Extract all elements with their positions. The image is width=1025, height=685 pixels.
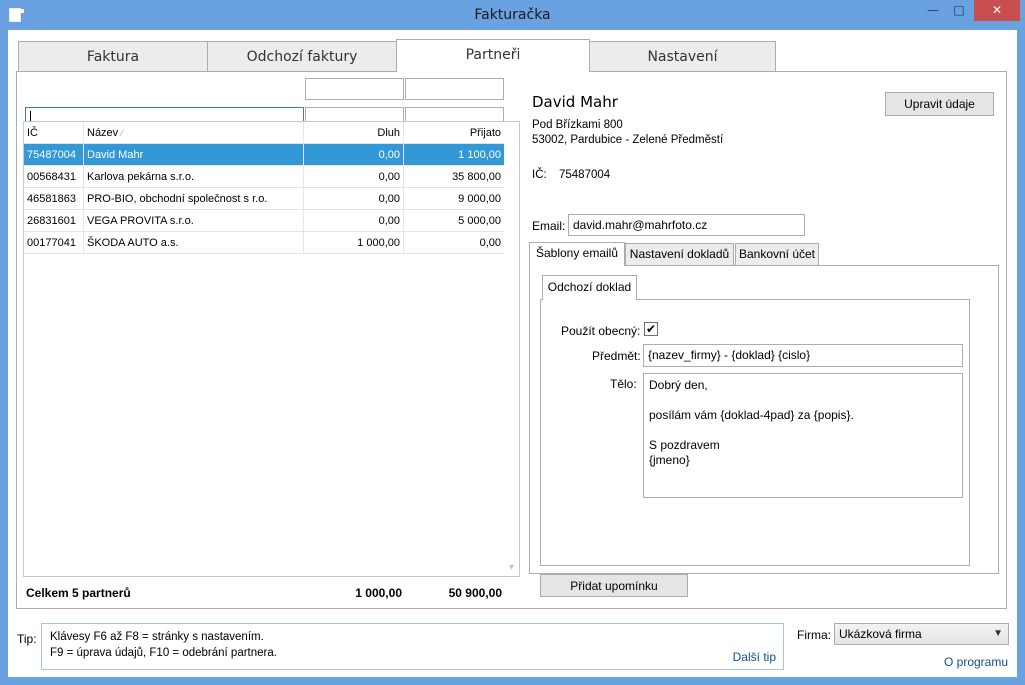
scroll-down-icon[interactable]: ▾: [509, 562, 514, 573]
cell-prijato: 35 800,00: [452, 171, 501, 183]
cell-dluh: 0,00: [304, 166, 404, 188]
minimize-button[interactable]: —: [920, 0, 946, 21]
column-header-nazev[interactable]: Název ⁄: [84, 122, 304, 144]
cell-prijato: 5 000,00: [458, 215, 501, 227]
email-field[interactable]: david.mahr@mahrfoto.cz: [568, 214, 805, 236]
table-row[interactable]: 26831601 VEGA PROVITA s.r.o. 0,00 5 000,…: [24, 210, 504, 232]
cell-nazev: ŠKODA AUTO a.s.: [84, 232, 304, 254]
subject-label: Předmět:: [592, 349, 641, 363]
window-title: Fakturačka: [474, 7, 551, 23]
cell-ic: 75487004: [24, 144, 84, 166]
cell-prijato: 1 100,00: [458, 149, 501, 161]
tip-line-1: Klávesy F6 až F8 = stránky s nastavením.: [50, 631, 264, 643]
firma-label: Firma:: [797, 628, 831, 642]
partner-name: David Mahr: [532, 93, 618, 111]
body-line: Dobrý den,: [649, 378, 708, 392]
cell-nazev: VEGA PROVITA s.r.o.: [84, 210, 304, 232]
grid-header: IČ Název ⁄ Dluh Přijato: [24, 122, 504, 144]
cell-ic: 00568431: [24, 166, 84, 188]
use-general-label: Použít obecný:: [561, 324, 641, 338]
add-reminder-button[interactable]: Přidat upomínku: [540, 574, 688, 597]
table-row[interactable]: 00568431 Karlova pekárna s.r.o. 0,00 35 …: [24, 166, 504, 188]
body-line: posílám vám {doklad-4pad} za {popis}.: [649, 408, 854, 422]
tip-line-2: F9 = úprava údajů, F10 = odebrání partne…: [50, 647, 277, 659]
table-row[interactable]: 75487004 David Mahr 0,00 1 100,00: [24, 144, 504, 166]
partner-street: Pod Břízkami 800: [532, 119, 623, 131]
body-line: [649, 393, 957, 408]
edit-details-button[interactable]: Upravit údaje: [885, 92, 994, 116]
tab-sablony-emailu[interactable]: Šablony emailů: [529, 242, 625, 266]
cell-nazev: David Mahr: [84, 144, 304, 166]
body-line: [649, 423, 957, 438]
close-button[interactable]: ✕: [974, 0, 1020, 21]
next-tip-link[interactable]: Další tip: [733, 650, 776, 664]
firma-select-value: Ukázková firma: [839, 627, 922, 641]
cell-nazev: Karlova pekárna s.r.o.: [84, 166, 304, 188]
maximize-button[interactable]: □: [946, 0, 972, 21]
totals-label: Celkem 5 partnerů: [26, 586, 131, 600]
tab-nastaveni[interactable]: Nastavení: [589, 41, 776, 71]
tab-nastaveni-dokladu[interactable]: Nastavení dokladů: [625, 243, 734, 265]
title-bar[interactable]: Fakturačka — □ ✕: [0, 0, 1025, 30]
body-label: Tělo:: [610, 377, 637, 391]
table-row[interactable]: 00177041 ŠKODA AUTO a.s. 1 000,00 0,00: [24, 232, 504, 254]
totals-prijato: 50 900,00: [448, 586, 502, 600]
tip-box: Klávesy F6 až F8 = stránky s nastavením.…: [41, 623, 784, 670]
cell-dluh: 0,00: [304, 210, 404, 232]
cell-dluh: 0,00: [304, 188, 404, 210]
filter-prijato-from[interactable]: [405, 78, 504, 100]
app-window: Fakturačka — □ ✕ Faktura Odchozí faktury…: [0, 0, 1025, 685]
cell-ic: 00177041: [24, 232, 84, 254]
column-header-ic[interactable]: IČ: [24, 122, 84, 144]
use-general-checkbox[interactable]: ✔: [644, 322, 658, 336]
subject-field[interactable]: {nazev_firmy} - {doklad} {cislo}: [643, 344, 963, 367]
cell-prijato: 9 000,00: [458, 193, 501, 205]
cell-ic: 26831601: [24, 210, 84, 232]
cell-prijato: 0,00: [479, 237, 501, 249]
tip-label: Tip:: [17, 632, 37, 646]
cell-dluh: 0,00: [304, 144, 404, 166]
partner-city: 53002, Pardubice - Zelené Předměstí: [532, 134, 724, 146]
about-link[interactable]: O programu: [944, 655, 1008, 669]
column-header-nazev-label: Název: [87, 127, 119, 139]
filter-dluh-from[interactable]: [305, 78, 404, 100]
body-line: S pozdravem: [649, 438, 720, 452]
table-row[interactable]: 46581863 PRO-BIO, obchodní společnost s …: [24, 188, 504, 210]
tab-odchozi-faktury[interactable]: Odchozí faktury: [207, 41, 397, 71]
chevron-down-icon: ▼: [993, 628, 1003, 639]
tab-odchozi-doklad[interactable]: Odchozí doklad: [542, 275, 637, 300]
totals-dluh: 1 000,00: [355, 586, 402, 600]
partner-ic-label: IČ:: [532, 169, 547, 181]
email-label: Email:: [532, 219, 566, 233]
partners-grid[interactable]: IČ Název ⁄ Dluh Přijato 75487004 David M…: [23, 121, 520, 577]
cell-nazev: PRO-BIO, obchodní společnost s r.o.: [84, 188, 304, 210]
firma-select[interactable]: Ukázková firma ▼: [834, 623, 1009, 645]
column-header-dluh[interactable]: Dluh: [304, 122, 404, 144]
sort-indicator-icon: ⁄: [121, 128, 123, 138]
body-line: {jmeno}: [649, 453, 690, 467]
client-area: Faktura Odchozí faktury Partneři Nastave…: [8, 30, 1017, 677]
body-textarea[interactable]: Dobrý den, posílám vám {doklad-4pad} za …: [643, 373, 963, 498]
tab-bankovni-ucet[interactable]: Bankovní účet: [735, 243, 819, 265]
column-header-prijato[interactable]: Přijato: [404, 122, 504, 144]
partner-ic-value: 75487004: [559, 169, 611, 181]
tab-faktura[interactable]: Faktura: [18, 41, 208, 71]
cell-dluh: 1 000,00: [304, 232, 404, 254]
cell-ic: 46581863: [24, 188, 84, 210]
tab-partneri[interactable]: Partneři: [396, 39, 590, 72]
